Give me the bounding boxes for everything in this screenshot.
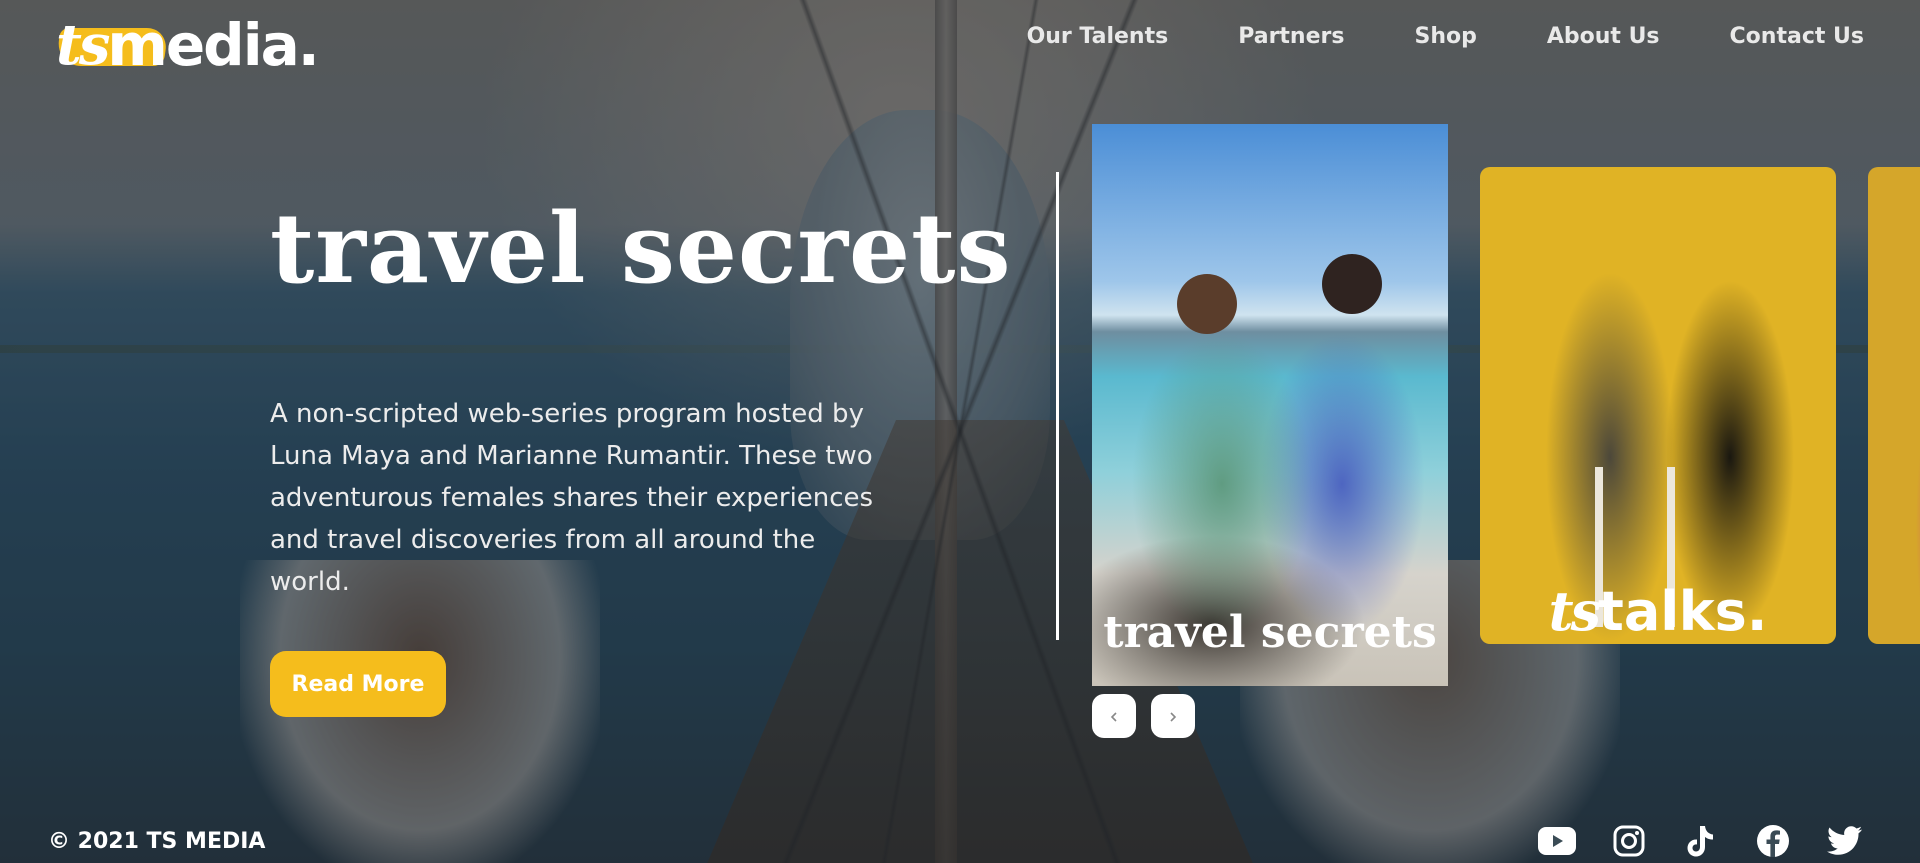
carousel-prev-button[interactable] — [1092, 694, 1136, 738]
logo-media: media. — [107, 11, 319, 79]
twitter-icon[interactable] — [1826, 822, 1864, 860]
carousel-next-button[interactable] — [1151, 694, 1195, 738]
youtube-icon[interactable] — [1538, 822, 1576, 860]
main-nav: Our Talents Partners Shop About Us Conta… — [1027, 24, 1864, 49]
card-caption-ts: ts — [1548, 579, 1601, 643]
carousel-card-travel-secrets[interactable]: travel secrets — [1092, 124, 1448, 686]
logo-ts: ts — [56, 12, 110, 78]
nav-partners[interactable]: Partners — [1238, 24, 1344, 49]
card-caption-talks: talks. — [1598, 580, 1768, 643]
card-photo-person — [1177, 274, 1237, 334]
chevron-right-icon — [1167, 704, 1179, 728]
nav-contact-us[interactable]: Contact Us — [1730, 24, 1864, 49]
instagram-icon[interactable] — [1610, 822, 1648, 860]
chevron-left-icon — [1108, 704, 1120, 728]
ts-media-logo[interactable]: ts media. — [55, 10, 320, 80]
nav-our-talents[interactable]: Our Talents — [1027, 24, 1169, 49]
hero-divider — [1056, 172, 1059, 640]
carousel-card-ts-talks[interactable]: tstalks. — [1480, 167, 1836, 644]
read-more-button[interactable]: Read More — [270, 651, 446, 717]
card-caption: tstalks. — [1480, 579, 1836, 644]
facebook-icon[interactable] — [1754, 822, 1792, 860]
nav-shop[interactable]: Shop — [1414, 24, 1476, 49]
hero-description: A non-scripted web-series program hosted… — [270, 399, 874, 597]
nav-about-us[interactable]: About Us — [1547, 24, 1660, 49]
social-links — [1538, 822, 1864, 860]
carousel-card-partial[interactable] — [1868, 167, 1920, 644]
copyright-text: © 2021 TS MEDIA — [48, 829, 266, 854]
card-photo-person — [1322, 254, 1382, 314]
hero-title: travel secrets — [270, 192, 1012, 305]
tiktok-icon[interactable] — [1682, 822, 1720, 860]
card-caption: travel secrets — [1103, 607, 1437, 658]
